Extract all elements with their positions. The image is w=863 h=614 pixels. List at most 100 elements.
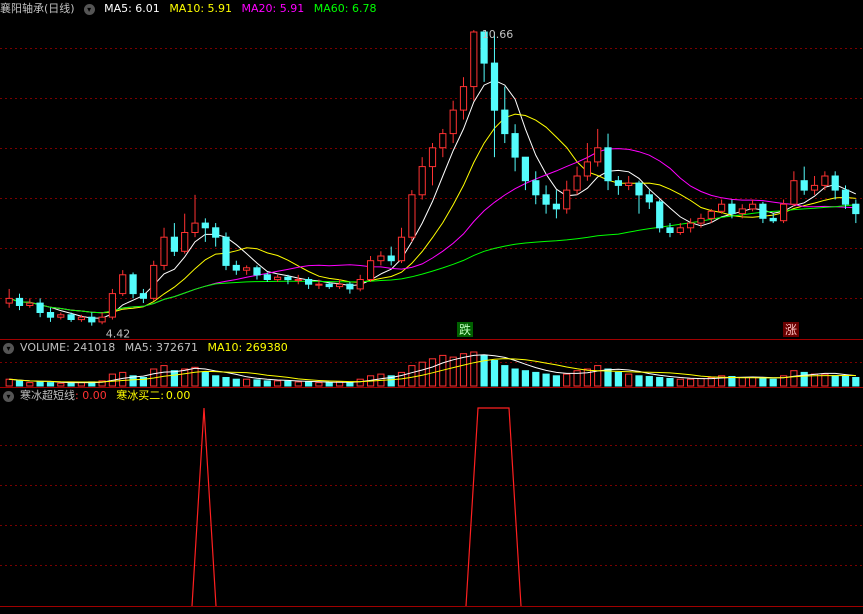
volume-bar [46,382,55,387]
candle-body [759,203,767,219]
candle-body [687,222,695,229]
volume-bar [222,377,230,387]
volume-bar [36,381,44,387]
candle-body [408,194,416,238]
volume-bar [594,365,602,387]
candle-body [377,255,385,262]
candle-body [459,86,468,111]
candle-body [707,210,715,219]
volume-bar [212,375,220,387]
volume-bar [511,368,519,387]
volume-bar [800,371,808,387]
candle-body [212,227,220,238]
candle-body [160,236,168,266]
candle-body [67,314,75,320]
volume-bar [583,368,591,387]
candle-body [841,189,850,205]
volume-bar [831,375,839,387]
candle-body [129,274,137,295]
candle-body [831,175,839,191]
candle-body [511,133,519,158]
stock-chart[interactable]: 10.66 4.42 跌 涨 [0,0,863,614]
volume-bar [769,378,777,387]
candle-body [346,283,354,290]
candle-body [367,260,375,281]
volume-bar [852,377,860,387]
candle-body [594,147,602,163]
volume-bar [274,380,282,387]
volume-bar [26,382,34,387]
candle-body [852,203,860,215]
volume-bar [315,382,323,387]
volume-bar [346,382,354,387]
volume-bar [614,371,622,387]
volume-bar [284,380,292,387]
volume-bar [294,381,302,387]
low-price-label: 4.42 [106,328,131,341]
candle-body [821,175,829,186]
candle-body [583,161,591,177]
candle-body [108,293,117,318]
candle-body [232,264,240,271]
volume-bar [181,368,189,387]
volume-bar [201,371,209,387]
candle-body [428,147,437,168]
candle-body [563,189,571,210]
candle-body [170,236,179,252]
candle-body [718,203,726,212]
candle-body [614,180,622,186]
volume-bar [191,366,199,387]
candle-body [635,182,643,196]
volume-bar [790,370,798,387]
candle-body [552,203,560,210]
candle-body [36,302,44,314]
candle-body [387,255,395,262]
candle-body [645,194,653,203]
candle-body [88,316,96,323]
volume-bar [749,377,757,387]
volume-bar [697,378,705,387]
volume-bar [656,377,664,387]
volume-bar [563,373,571,387]
candle-body [749,203,757,210]
candle-body [780,203,788,222]
candle-body [305,279,313,285]
signal-up-text: 涨 [785,322,797,337]
volume-bar [263,380,271,387]
volume-bar [77,382,86,387]
candle-body [769,217,777,222]
candle-body [98,316,106,323]
volume-bar [676,378,684,387]
candle-body [738,208,746,215]
candle-body [263,274,271,280]
volume-bar [666,378,674,387]
volume-bar [532,371,540,387]
candle-body [222,236,230,266]
candle-body [697,217,705,224]
volume-bar [470,351,478,387]
volume-bar [738,377,746,387]
candle-body [284,276,292,281]
volume-bar [243,378,251,387]
high-price-label: 10.66 [482,28,514,41]
volume-bar [408,365,416,387]
candle-body [46,312,55,318]
candle-body [728,203,736,215]
candle-body [15,297,24,306]
volume-bar [5,378,13,387]
oscillator-line [191,407,217,607]
candle-body [470,31,478,88]
candle-body [5,297,13,304]
volume-bar [759,378,767,387]
volume-bar [325,382,333,387]
ma60-line [9,204,856,314]
candle-body [243,267,251,271]
candle-body [336,283,344,288]
volume-bar [552,375,560,387]
volume-bar [841,376,850,387]
volume-bar [635,375,643,387]
candle-body [181,232,189,252]
volume-bar [645,376,653,387]
volume-bar [521,370,529,387]
volume-bar [253,379,261,387]
